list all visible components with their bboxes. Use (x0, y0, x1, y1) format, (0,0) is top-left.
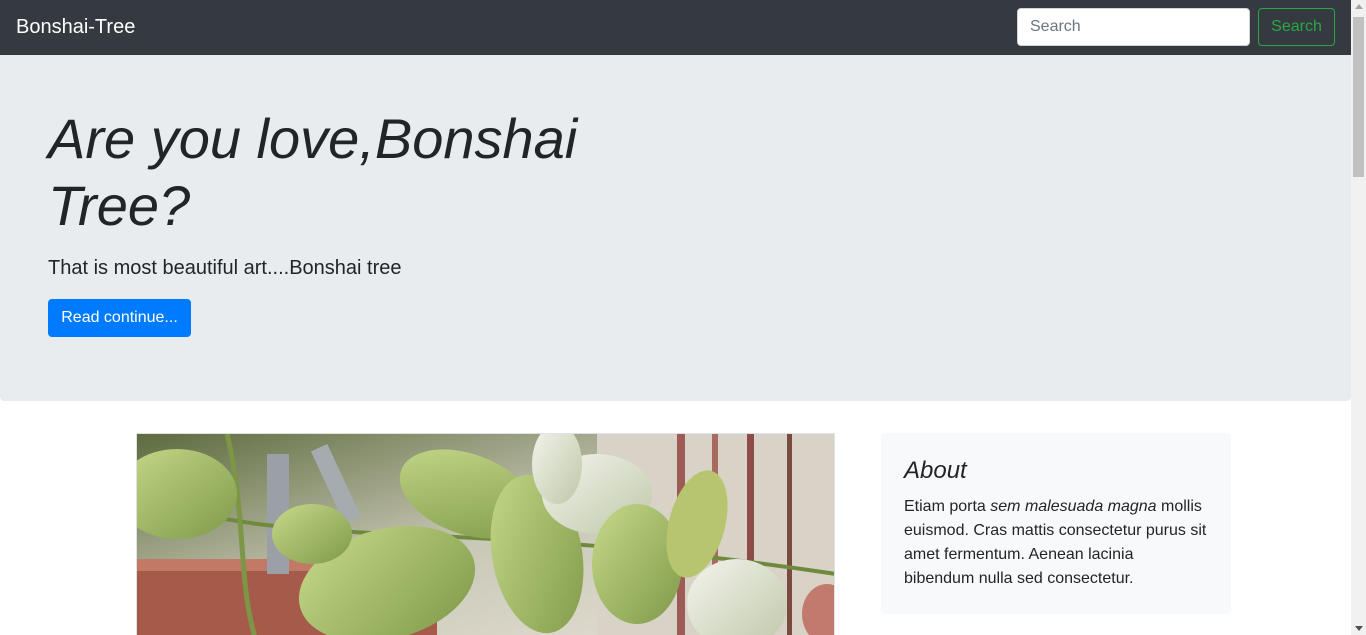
page-scrollbar[interactable] (1351, 0, 1366, 635)
bonsai-photo (136, 433, 835, 635)
jumbotron: Are you love,Bonshai Tree? That is most … (0, 55, 1351, 401)
top-navbar: Bonshai-Tree Search (0, 0, 1351, 55)
about-text: Etiam porta sem malesuada magna mollis e… (904, 495, 1208, 591)
about-text-emphasis: sem malesuada magna (990, 498, 1157, 515)
read-continue-button[interactable]: Read continue... (48, 299, 191, 337)
about-text-start: Etiam porta (904, 498, 991, 515)
jumbotron-lead: That is most beautiful art....Bonshai tr… (48, 257, 402, 279)
search-input[interactable] (1017, 8, 1250, 46)
scroll-up-arrow-icon[interactable] (1355, 4, 1363, 9)
about-card: About Etiam porta sem malesuada magna mo… (881, 433, 1231, 614)
brand-link[interactable]: Bonshai-Tree (16, 15, 135, 39)
scroll-thumb[interactable] (1353, 17, 1364, 177)
search-button[interactable]: Search (1258, 8, 1335, 46)
bonsai-leaves-photo-icon (137, 434, 834, 635)
about-title: About (904, 457, 967, 484)
jumbotron-title: Are you love,Bonshai Tree? (48, 107, 578, 237)
scroll-down-arrow-icon[interactable] (1355, 626, 1363, 631)
page: Bonshai-Tree Search Are you love,Bonshai… (0, 0, 1351, 635)
